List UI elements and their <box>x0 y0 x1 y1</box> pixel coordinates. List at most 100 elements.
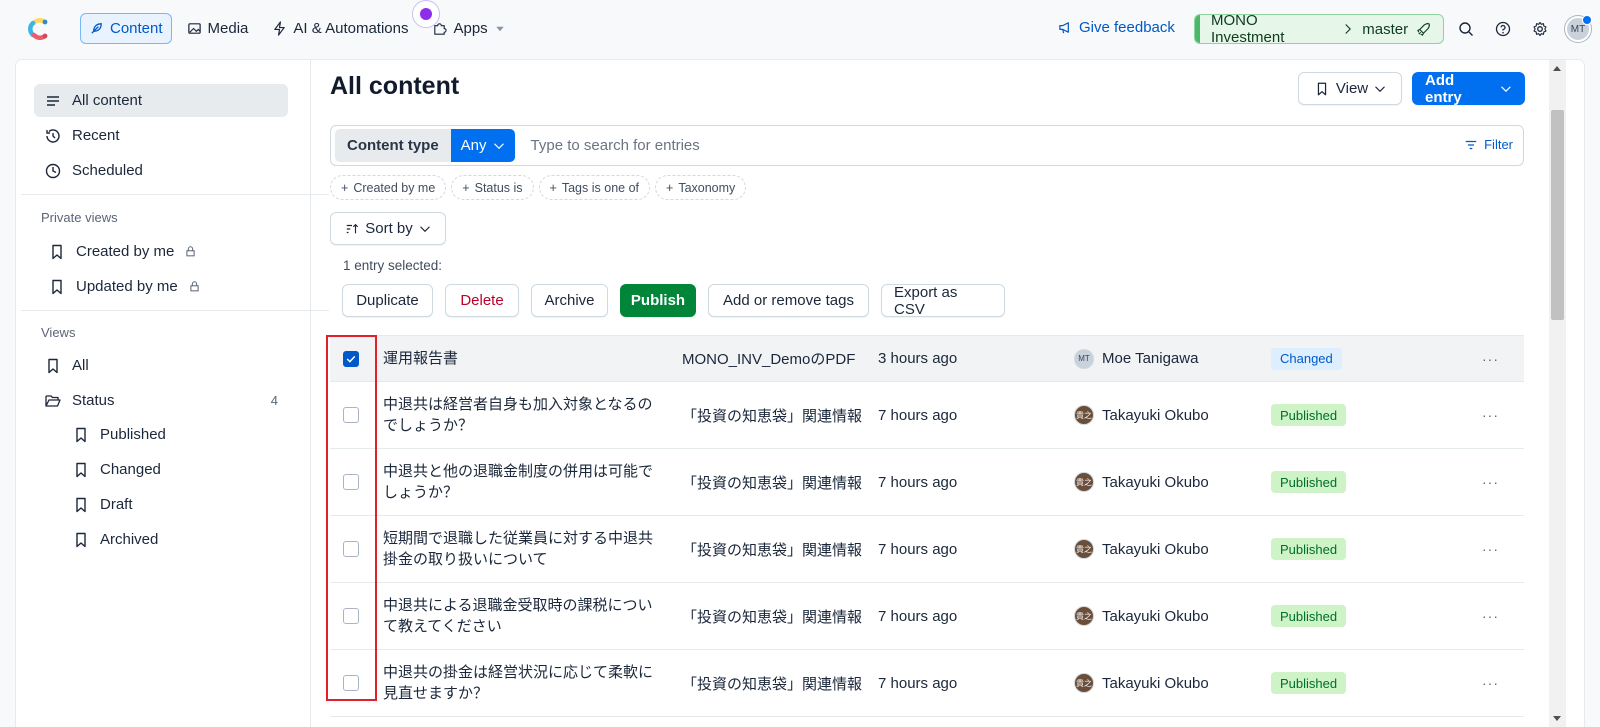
entry-title[interactable]: 中退共の掛金は経営状況に応じて柔軟に見直せますか？ <box>383 662 653 704</box>
export-csv-button[interactable]: Export as CSV <box>881 284 1005 318</box>
sidebar-item-archived[interactable]: Archived <box>62 523 288 556</box>
chevron-down-icon <box>419 225 430 232</box>
sidebar-item-all-content[interactable]: All content <box>34 84 288 117</box>
table-row[interactable]: 中退共は経営者自身も加入対象となるのでしょうか？ 「投資の知恵袋」関連情報 7 … <box>330 382 1524 449</box>
lock-icon <box>186 246 196 257</box>
entry-title[interactable]: 中退共と他の退職金制度の併用は可能でしょうか？ <box>383 461 653 503</box>
pill-created-by-me[interactable]: + Created by me <box>330 175 447 200</box>
bookmark-icon <box>76 532 86 547</box>
plus-icon: + <box>341 180 349 195</box>
sidebar-item-all[interactable]: All <box>34 349 288 382</box>
author-name: Takayuki Okubo <box>1102 540 1209 558</box>
image-icon <box>187 23 201 34</box>
caret-down-icon <box>495 26 504 31</box>
sidebar-item-created-by-me[interactable]: Created by me <box>38 235 292 268</box>
content-type-value: Any <box>460 137 487 154</box>
table-row[interactable]: 中退共と他の退職金制度の併用は可能でしょうか？ 「投資の知恵袋」関連情報 7 h… <box>330 449 1524 516</box>
search-icon[interactable] <box>1454 17 1478 41</box>
add-remove-tags-button[interactable]: Add or remove tags <box>708 284 869 317</box>
sidebar-item-updated-by-me[interactable]: Updated by me <box>38 270 292 303</box>
sidebar-item-changed[interactable]: Changed <box>62 453 288 486</box>
entry-updated: 7 hours ago <box>878 607 958 625</box>
entry-title[interactable]: 短期間で退職した従業員に対する中退共掛金の取り扱いについて <box>383 528 653 570</box>
row-checkbox[interactable] <box>343 407 359 423</box>
publish-button[interactable]: Publish <box>620 284 696 317</box>
pill-label: Tags is one of <box>561 180 639 195</box>
table-row[interactable]: 中退共の掛金は経営状況に応じて柔軟に見直せますか？ 「投資の知恵袋」関連情報 7… <box>330 650 1524 717</box>
help-icon[interactable] <box>1491 17 1515 41</box>
more-actions-icon[interactable]: ··· <box>1482 351 1499 367</box>
sidebar-item-scheduled[interactable]: Scheduled <box>34 154 288 187</box>
content-type-select[interactable]: Any <box>450 129 515 162</box>
nav-content[interactable]: Content <box>80 13 172 44</box>
pill-label: Created by me <box>353 180 436 195</box>
entry-title[interactable]: 運用報告書 <box>383 348 653 369</box>
more-actions-icon[interactable]: ··· <box>1482 675 1499 691</box>
author-avatar: MT <box>1074 348 1094 369</box>
bookmark-icon <box>1317 82 1327 95</box>
row-checkbox[interactable] <box>343 474 359 490</box>
vertical-scrollbar[interactable] <box>1549 60 1566 727</box>
sidebar-item-label: All <box>72 357 89 374</box>
status-count: 4 <box>270 393 278 408</box>
entry-author: 貴之 Takayuki Okubo <box>1074 405 1209 425</box>
author-name: Moe Tanigawa <box>1102 350 1199 367</box>
nav-media[interactable]: Media <box>178 13 258 44</box>
bookmark-icon <box>76 462 86 477</box>
give-feedback-link[interactable]: Give feedback <box>1058 19 1175 36</box>
more-actions-icon[interactable]: ··· <box>1482 407 1499 423</box>
entry-title[interactable]: 中退共は経営者自身も加入対象となるのでしょうか？ <box>383 394 653 436</box>
status-badge: Published <box>1271 672 1347 694</box>
add-entry-button[interactable]: Add entry <box>1412 72 1525 106</box>
sidebar-item-draft[interactable]: Draft <box>62 488 288 521</box>
table-row[interactable]: 運用報告書 MONO_INV_DemoのPDF 3 hours ago MT Mo… <box>330 335 1524 382</box>
table-row[interactable]: 中退共による退職金受取時の課税について教えてください 「投資の知恵袋」関連情報 … <box>330 583 1524 650</box>
plus-icon: + <box>666 180 674 195</box>
bookmark-icon <box>76 427 86 442</box>
main-nav: Content Media AI & Automations Apps <box>80 13 515 44</box>
delete-button[interactable]: Delete <box>445 284 519 317</box>
nav-ai-automations[interactable]: AI & Automations <box>263 13 417 44</box>
entry-title[interactable]: 中退共による退職金受取時の課税について教えてください <box>383 595 653 637</box>
megaphone-icon <box>1059 22 1069 34</box>
entry-content-type: 「投資の知恵袋」関連情報 <box>682 608 863 626</box>
entry-updated: 3 hours ago <box>878 350 958 367</box>
give-feedback-label: Give feedback <box>1079 19 1175 36</box>
row-checkbox[interactable] <box>343 350 359 367</box>
archive-button[interactable]: Archive <box>531 284 608 317</box>
user-avatar[interactable]: MT <box>1565 15 1592 42</box>
chevron-down-icon <box>1375 85 1386 92</box>
entry-updated: 7 hours ago <box>878 406 958 424</box>
space-environment-switcher[interactable]: MONO Investment master <box>1194 12 1444 46</box>
contentful-logo-icon[interactable] <box>24 14 54 44</box>
scrollbar-thumb[interactable] <box>1551 110 1564 320</box>
entry-updated: 7 hours ago <box>878 674 958 692</box>
pill-taxonomy[interactable]: + Taxonomy <box>655 175 747 200</box>
scroll-down-arrow-icon[interactable] <box>1553 716 1561 721</box>
author-avatar: 貴之 <box>1074 539 1094 559</box>
pill-status-is[interactable]: + Status is <box>451 175 534 200</box>
row-checkbox[interactable] <box>343 608 359 624</box>
views-heading: Views <box>41 325 76 340</box>
sidebar-item-published[interactable]: Published <box>62 418 288 451</box>
filter-button[interactable]: Filter <box>1464 137 1513 152</box>
search-input[interactable]: Type to search for entries <box>531 137 700 154</box>
view-button-label: View <box>1335 80 1369 97</box>
scroll-up-arrow-icon[interactable] <box>1553 66 1561 71</box>
environment-name: master <box>1362 20 1409 38</box>
more-actions-icon[interactable]: ··· <box>1482 608 1499 624</box>
sidebar-item-recent[interactable]: Recent <box>34 119 288 152</box>
sidebar-item-label: Draft <box>100 496 133 513</box>
row-checkbox[interactable] <box>343 541 359 557</box>
more-actions-icon[interactable]: ··· <box>1482 474 1499 490</box>
gear-icon[interactable] <box>1528 17 1552 41</box>
table-row[interactable]: 短期間で退職した従業員に対する中退共掛金の取り扱いについて 「投資の知恵袋」関連… <box>330 516 1524 583</box>
view-button[interactable]: View <box>1298 72 1402 105</box>
sort-by-button[interactable]: Sort by <box>330 212 446 245</box>
more-actions-icon[interactable]: ··· <box>1482 541 1499 557</box>
sidebar-folder-status[interactable]: Status 4 <box>34 384 288 417</box>
notification-dot-icon[interactable] <box>412 0 440 28</box>
pill-tags-is-one-of[interactable]: + Tags is one of <box>538 175 650 200</box>
row-checkbox[interactable] <box>343 675 359 691</box>
duplicate-button[interactable]: Duplicate <box>342 284 433 317</box>
